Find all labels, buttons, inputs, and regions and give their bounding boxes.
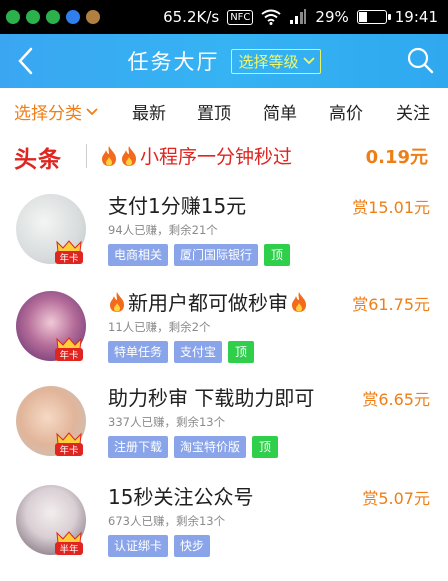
task-reward: 赏61.75元 bbox=[352, 295, 430, 314]
task-tags: 特单任务 支付宝 顶 bbox=[108, 341, 255, 363]
tag-category: 认证绑卡 bbox=[108, 535, 169, 557]
notification-icons bbox=[0, 10, 100, 24]
search-icon[interactable] bbox=[406, 46, 434, 74]
fire-icon bbox=[122, 145, 136, 166]
tab-simple[interactable]: 简单 bbox=[263, 99, 297, 124]
app-header: 任务大厅 选择等级 bbox=[0, 34, 448, 88]
page-title: 任务大厅 bbox=[127, 50, 220, 74]
task-tags: 注册下载 淘宝特价版 顶 bbox=[108, 436, 279, 458]
task-reward: 赏5.07元 bbox=[362, 489, 430, 508]
annual-card-badge: 年卡 bbox=[55, 432, 83, 457]
task-row[interactable]: 年卡 新用户都可做秒审 11人已赚，剩余2个 特单任务 支付宝 顶 赏61.75… bbox=[0, 287, 448, 387]
clock: 19:41 bbox=[394, 8, 438, 26]
annual-card-badge: 年卡 bbox=[55, 337, 83, 362]
task-tags: 认证绑卡 快步 bbox=[108, 535, 211, 557]
headline-banner[interactable]: 头条 小程序一分钟秒过 0.19元 bbox=[0, 134, 448, 178]
wifi-icon bbox=[261, 9, 282, 25]
battery-icon bbox=[356, 10, 391, 24]
task-stats: 673人已赚，剩余13个 bbox=[108, 514, 226, 528]
task-row[interactable]: 半年 15秒关注公众号 673人已赚，剩余13个 认证绑卡 快步 赏5.07元 bbox=[0, 481, 448, 581]
select-level-button[interactable]: 选择等级 bbox=[231, 48, 321, 74]
tag-pinned: 顶 bbox=[264, 244, 291, 266]
task-stats: 11人已赚，剩余2个 bbox=[108, 320, 211, 334]
headline-text-group: 小程序一分钟秒过 bbox=[100, 142, 292, 169]
annual-card-badge: 年卡 bbox=[55, 240, 83, 265]
task-tags: 电商相关 厦门国际银行 顶 bbox=[108, 244, 291, 266]
half-year-badge: 半年 bbox=[55, 531, 83, 556]
task-row[interactable]: 年卡 助力秒审 下载助力即可 337人已赚，剩余13个 注册下载 淘宝特价版 顶… bbox=[0, 382, 448, 482]
divider bbox=[86, 144, 87, 168]
tag-platform: 支付宝 bbox=[174, 341, 223, 363]
task-title: 支付1分赚15元 bbox=[108, 190, 246, 219]
tag-category: 特单任务 bbox=[108, 341, 169, 363]
app-icon bbox=[86, 10, 100, 24]
headline-label: 头条 bbox=[14, 147, 62, 173]
tag-platform: 淘宝特价版 bbox=[174, 436, 247, 458]
task-title-text: 支付1分赚15元 bbox=[108, 194, 247, 218]
tag-platform: 快步 bbox=[174, 535, 211, 557]
tag-pinned: 顶 bbox=[252, 436, 279, 458]
download-icon bbox=[66, 10, 80, 24]
svg-text:年卡: 年卡 bbox=[59, 350, 79, 362]
wechat-icon bbox=[46, 10, 60, 24]
signal-icon bbox=[290, 9, 307, 24]
tab-label: 选择分类 bbox=[14, 104, 82, 124]
headline-price: 0.19元 bbox=[365, 147, 428, 168]
headline-text: 小程序一分钟秒过 bbox=[140, 146, 293, 168]
phone-icon bbox=[6, 10, 20, 24]
chevron-down-icon bbox=[302, 57, 315, 65]
task-reward: 赏6.65元 bbox=[362, 390, 430, 409]
task-title-text: 新用户都可做秒审 bbox=[128, 291, 288, 315]
chevron-down-icon bbox=[86, 107, 98, 115]
fire-icon bbox=[102, 145, 116, 166]
task-title: 助力秒审 下载助力即可 bbox=[108, 382, 314, 411]
task-title-text: 15秒关注公众号 bbox=[108, 485, 254, 509]
task-row[interactable]: 年卡 支付1分赚15元 94人已赚，剩余21个 电商相关 厦门国际银行 顶 赏1… bbox=[0, 190, 448, 290]
tag-platform: 厦门国际银行 bbox=[174, 244, 259, 266]
tab-high-price[interactable]: 高价 bbox=[329, 99, 363, 124]
tab-follow[interactable]: 关注 bbox=[396, 99, 430, 124]
svg-text:半年: 半年 bbox=[59, 544, 79, 556]
status-bar: 65.2K/s NFC 29% 19:41 bbox=[0, 0, 448, 34]
network-speed: 65.2K/s bbox=[163, 8, 220, 26]
tag-pinned: 顶 bbox=[228, 341, 255, 363]
battery-percent: 29% bbox=[315, 8, 349, 26]
fire-icon bbox=[110, 291, 124, 312]
task-stats: 337人已赚，剩余13个 bbox=[108, 415, 226, 429]
svg-text:年卡: 年卡 bbox=[59, 445, 79, 457]
fire-icon bbox=[292, 291, 306, 312]
tag-category: 电商相关 bbox=[108, 244, 169, 266]
tab-latest[interactable]: 最新 bbox=[132, 99, 166, 124]
tab-pinned[interactable]: 置顶 bbox=[197, 99, 231, 124]
chevron-left-icon[interactable] bbox=[12, 46, 42, 76]
task-title-text: 助力秒审 下载助力即可 bbox=[108, 386, 315, 410]
task-stats: 94人已赚，剩余21个 bbox=[108, 223, 218, 237]
tag-category: 注册下载 bbox=[108, 436, 169, 458]
tab-select-category[interactable]: 选择分类 bbox=[14, 99, 99, 124]
svg-text:年卡: 年卡 bbox=[59, 253, 79, 265]
task-title: 新用户都可做秒审 bbox=[108, 287, 308, 316]
task-reward: 赏15.01元 bbox=[352, 198, 430, 217]
nfc-icon: NFC bbox=[227, 9, 254, 25]
message-icon bbox=[26, 10, 40, 24]
select-level-label: 选择等级 bbox=[238, 52, 299, 71]
filter-tabs: 选择分类 最新 置顶 简单 高价 关注 bbox=[0, 88, 448, 130]
task-title: 15秒关注公众号 bbox=[108, 481, 253, 510]
